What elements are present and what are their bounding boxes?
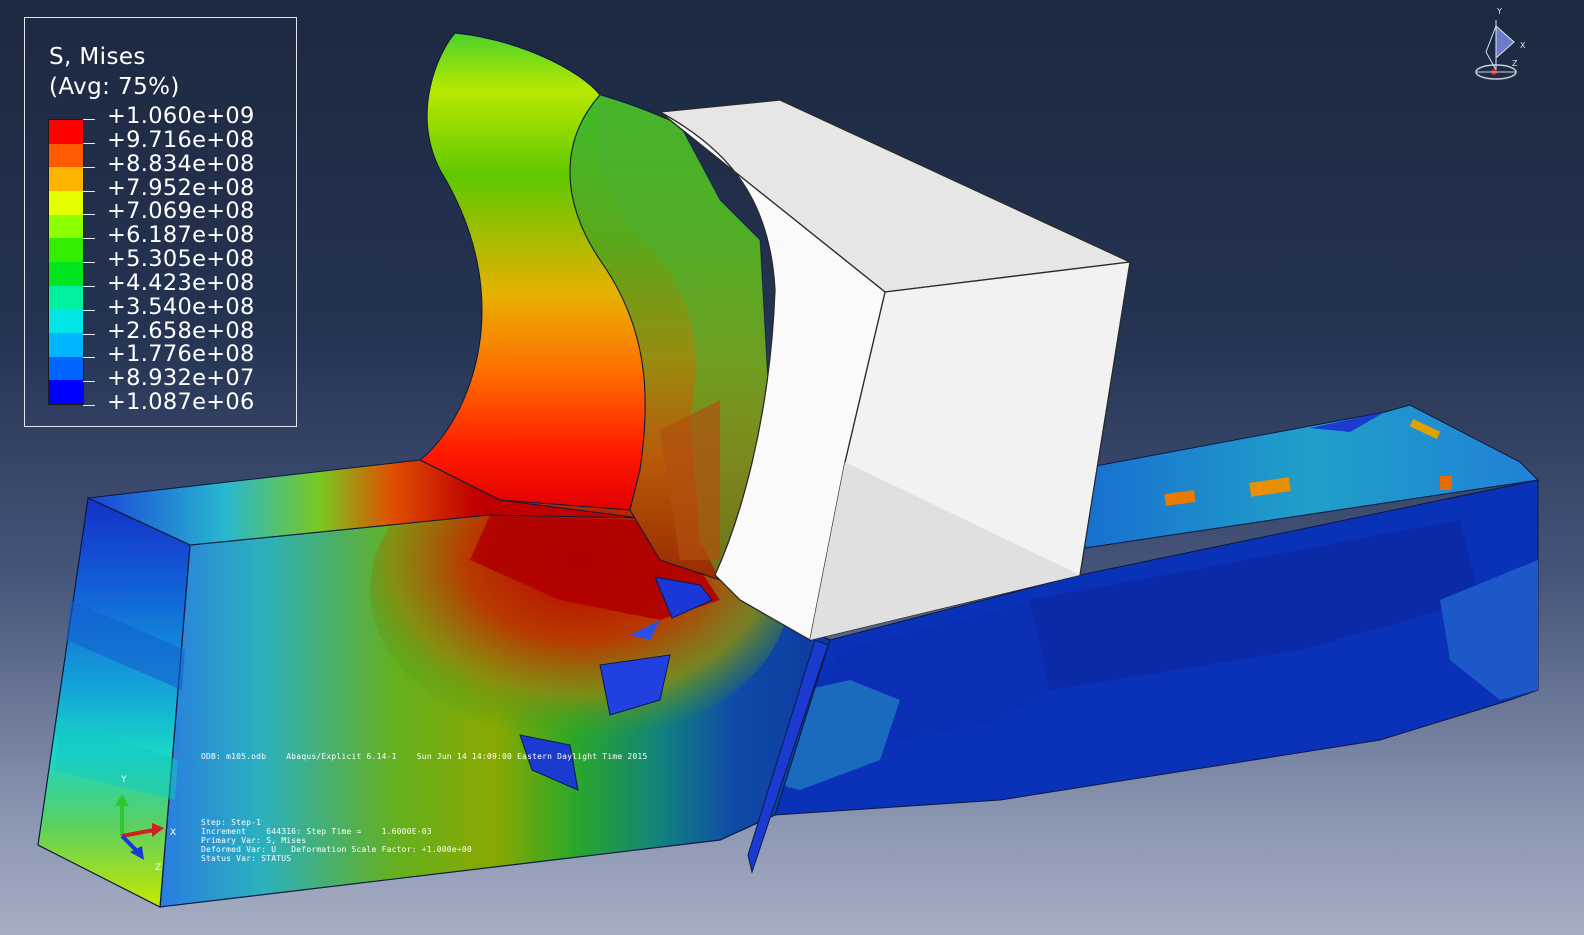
legend-swatch xyxy=(49,238,83,263)
triad-x-label: X xyxy=(170,828,177,838)
legend-tick xyxy=(83,238,95,239)
triad-y-label: Y xyxy=(121,775,127,785)
legend-title: S, Mises xyxy=(49,44,146,70)
legend-tick xyxy=(83,143,95,144)
odb-info-text: ODB: m105.odb Abaqus/Explicit 6.14-1 Sun… xyxy=(201,752,648,761)
legend-color-bar xyxy=(48,119,84,405)
legend-swatch xyxy=(49,356,83,381)
primary-var-text: Primary Var: S, Mises xyxy=(201,836,307,845)
legend-tick xyxy=(83,310,95,311)
legend-ticks xyxy=(83,119,97,406)
legend-swatch xyxy=(49,167,83,192)
increment-text: Increment 644316: Step Time = 1.6000E-03 xyxy=(201,827,432,836)
legend-value-label: +3.540e+08 xyxy=(107,294,255,320)
viewcube-x-label: X xyxy=(1520,41,1526,50)
legend-tick xyxy=(83,191,95,192)
view-manipulator-icon[interactable] xyxy=(1470,12,1526,84)
legend-swatch xyxy=(49,120,83,144)
legend-value-label: +7.069e+08 xyxy=(107,198,255,224)
deformed-var-text: Deformed Var: U Deformation Scale Factor… xyxy=(201,845,472,854)
legend-value-label: +5.305e+08 xyxy=(107,246,255,272)
legend-swatch xyxy=(49,262,83,286)
legend-subtitle: (Avg: 75%) xyxy=(49,74,180,100)
legend-swatch xyxy=(49,214,83,239)
legend-swatch xyxy=(49,285,83,310)
legend-tick xyxy=(83,334,95,335)
contour-legend: S, Mises (Avg: 75%) +1.060e+09 +9.716e+08… xyxy=(24,17,297,427)
legend-value-label: +8.932e+07 xyxy=(107,365,255,391)
legend-tick xyxy=(83,286,95,287)
legend-value-label: +8.834e+08 xyxy=(107,151,255,177)
step-text: Step: Step-1 xyxy=(201,818,262,827)
legend-swatch xyxy=(49,333,83,357)
legend-value-label: +4.423e+08 xyxy=(107,270,255,296)
viewcube-z-label: Z xyxy=(1512,59,1518,68)
legend-tick xyxy=(83,381,95,382)
legend-tick xyxy=(83,357,95,358)
legend-swatch xyxy=(49,191,83,215)
legend-swatch xyxy=(49,380,83,405)
coordinate-triad-icon xyxy=(115,794,164,860)
legend-value-label: +1.060e+09 xyxy=(107,103,255,129)
legend-tick xyxy=(83,167,95,168)
triad-z-label: Z xyxy=(155,863,162,873)
legend-tick xyxy=(83,262,95,263)
legend-swatch xyxy=(49,309,83,334)
legend-value-label: +1.087e+06 xyxy=(107,389,255,415)
legend-tick xyxy=(83,119,95,120)
legend-tick xyxy=(83,405,95,406)
viewcube-y-label: Y xyxy=(1497,7,1502,16)
legend-value-label: +1.776e+08 xyxy=(107,341,255,367)
status-block: Step: Step-1 Increment 644316: Step Time… xyxy=(201,818,472,863)
legend-value-label: +6.187e+08 xyxy=(107,222,255,248)
model-viewport[interactable]: S, Mises (Avg: 75%) +1.060e+09 +9.716e+08… xyxy=(0,0,1584,935)
legend-swatch xyxy=(49,143,83,168)
legend-tick xyxy=(83,214,95,215)
legend-value-label: +9.716e+08 xyxy=(107,127,255,153)
status-var-text: Status Var: STATUS xyxy=(201,854,292,863)
